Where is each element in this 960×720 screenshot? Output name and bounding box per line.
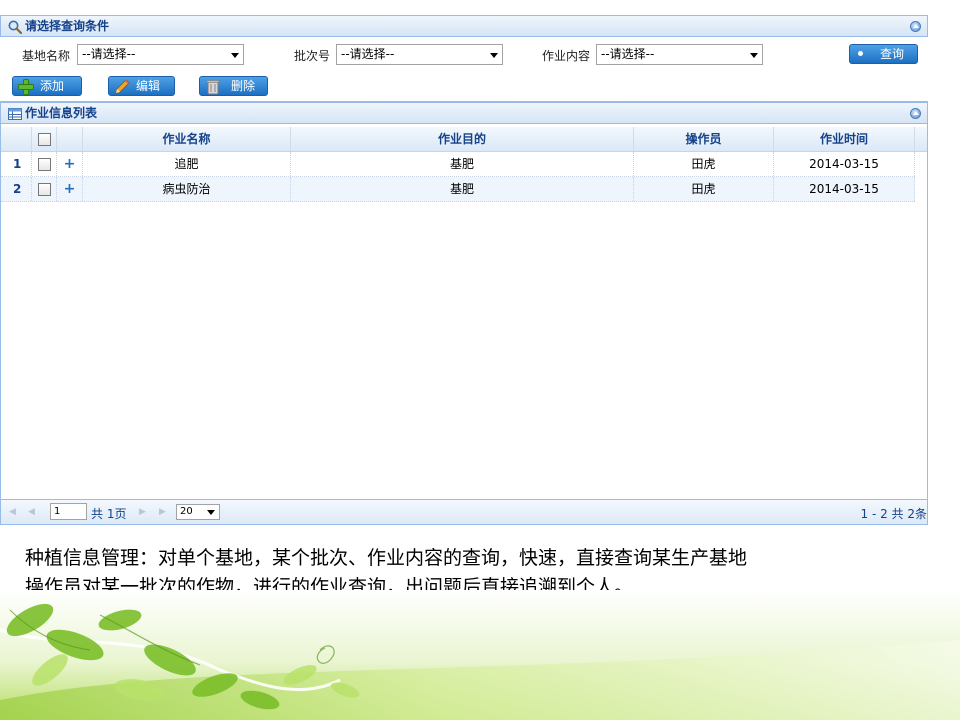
expand-header [57, 127, 83, 151]
leaf-decoration [0, 590, 960, 720]
add-icon [18, 79, 34, 95]
row-checkbox[interactable] [37, 158, 51, 171]
chevron-down-icon [231, 53, 239, 58]
base-name-label: 基地名称 [22, 49, 71, 63]
query-panel-header: 请选择查询条件 [0, 15, 928, 37]
select-all-checkbox[interactable] [37, 133, 51, 146]
table-row[interactable]: 2 + 病虫防治 基肥 田虎 2014-03-15 [1, 177, 915, 202]
row-number: 1 [1, 152, 32, 176]
search-icon [858, 51, 863, 56]
collapse-icon[interactable] [910, 21, 921, 32]
row-number: 2 [1, 177, 32, 201]
delete-button[interactable]: 删除 [199, 76, 268, 96]
query-button-label: 查询 [880, 47, 905, 61]
search-icon [8, 20, 23, 35]
collapse-icon[interactable] [910, 108, 921, 119]
work-content-select[interactable]: --请选择-- [596, 44, 763, 65]
cell-time: 2014-03-15 [774, 152, 915, 176]
last-page-icon[interactable]: ▶ [159, 508, 167, 517]
delete-button-label: 删除 [231, 79, 256, 93]
app-window: 请选择查询条件 基地名称 --请选择-- 批次号 --请选择-- 作业内容 --… [0, 15, 928, 525]
expand-icon[interactable]: + [57, 177, 83, 201]
grid-header-row: 作业名称 作业目的 操作员 作业时间 [1, 127, 927, 152]
cell-purpose: 基肥 [291, 152, 634, 176]
row-checkbox-cell[interactable] [32, 177, 57, 201]
chevron-down-icon [207, 510, 215, 515]
col-header-name[interactable]: 作业名称 [83, 127, 291, 151]
edit-button[interactable]: 编辑 [108, 76, 175, 96]
select-all-header[interactable] [32, 127, 57, 151]
add-button-label: 添加 [40, 79, 65, 93]
query-panel-title: 请选择查询条件 [25, 19, 110, 33]
pencil-icon [115, 79, 130, 94]
table-icon [8, 108, 22, 120]
trash-icon [206, 80, 220, 95]
work-content-select-value: --请选择-- [601, 47, 655, 61]
cell-operator: 田虎 [634, 152, 774, 176]
pagination-bar: ◀ ◀ 1 共 1页 ▶ ▶ 20 1 - 2 共 2条 [1, 499, 927, 524]
cell-operator: 田虎 [634, 177, 774, 201]
cell-name: 追肥 [83, 152, 291, 176]
cell-time: 2014-03-15 [774, 177, 915, 201]
batch-number-select[interactable]: --请选择-- [336, 44, 503, 65]
edit-button-label: 编辑 [136, 79, 161, 93]
col-header-purpose[interactable]: 作业目的 [291, 127, 634, 151]
work-content-label: 作业内容 [542, 49, 591, 63]
caption-line-1: 种植信息管理：对单个基地，某个批次、作业内容的查询，快速，直接查询某生产基地 [25, 547, 748, 569]
row-checkbox-cell[interactable] [32, 152, 57, 176]
batch-number-select-value: --请选择-- [341, 47, 395, 61]
batch-number-label: 批次号 [294, 49, 331, 63]
row-checkbox[interactable] [37, 183, 51, 196]
expand-icon[interactable]: + [57, 152, 83, 176]
page-number-input[interactable]: 1 [50, 503, 87, 520]
col-header-time[interactable]: 作业时间 [774, 127, 915, 151]
next-page-icon[interactable]: ▶ [139, 508, 147, 517]
add-button[interactable]: 添加 [12, 76, 82, 96]
page-size-value: 20 [180, 506, 193, 517]
grid-panel-title: 作业信息列表 [25, 106, 98, 120]
base-name-select-value: --请选择-- [82, 47, 136, 61]
work-info-grid: 作业信息列表 作业名称 作业目的 操作员 作业时间 1 + 追肥 基肥 田虎 2… [0, 102, 928, 525]
query-button[interactable]: 查询 [849, 44, 918, 64]
action-toolbar: 添加 编辑 删除 [0, 71, 928, 102]
total-pages-text: 共 1页 [91, 507, 127, 521]
base-name-select[interactable]: --请选择-- [77, 44, 244, 65]
record-summary: 1 - 2 共 2条 [860, 507, 928, 521]
col-header-operator[interactable]: 操作员 [634, 127, 774, 151]
chevron-down-icon [750, 53, 758, 58]
prev-page-icon[interactable]: ◀ [28, 508, 36, 517]
table-row[interactable]: 1 + 追肥 基肥 田虎 2014-03-15 [1, 152, 915, 177]
chevron-down-icon [490, 53, 498, 58]
cell-name: 病虫防治 [83, 177, 291, 201]
cell-purpose: 基肥 [291, 177, 634, 201]
query-filter-bar: 基地名称 --请选择-- 批次号 --请选择-- 作业内容 --请选择-- 查询 [0, 37, 928, 69]
first-page-icon[interactable]: ◀ [9, 508, 17, 517]
grid-panel-header: 作业信息列表 [0, 102, 928, 124]
rownumber-header [1, 127, 32, 151]
page-size-select[interactable]: 20 [176, 504, 220, 520]
